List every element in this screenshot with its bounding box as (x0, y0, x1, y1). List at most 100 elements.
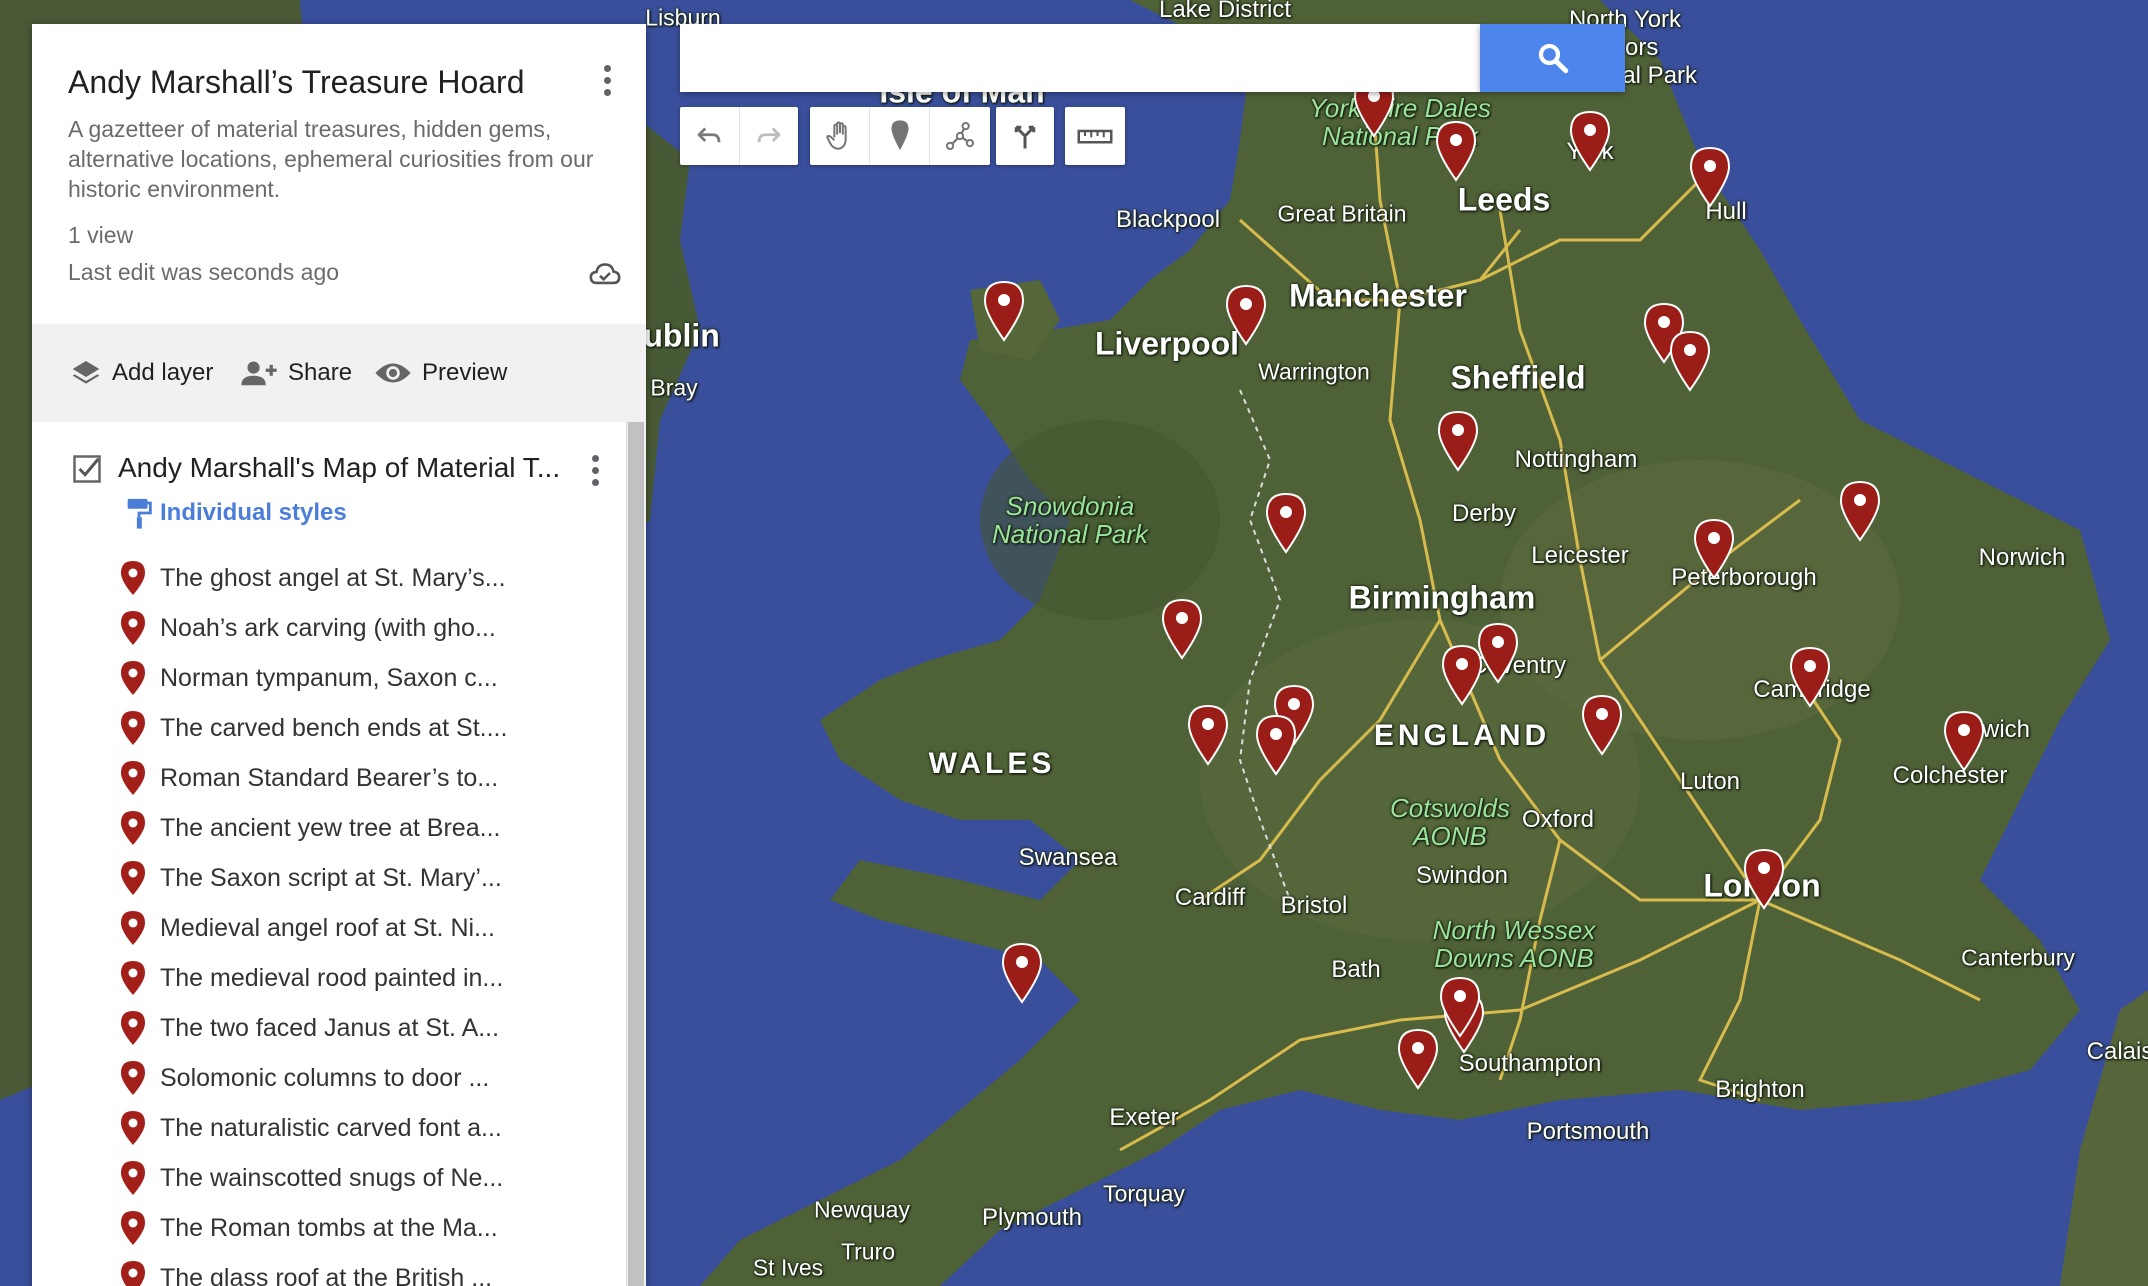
pan-button[interactable] (810, 107, 870, 165)
map-pin-icon (1001, 942, 1043, 1004)
map-pin-marker[interactable] (1254, 714, 1298, 776)
feature-label: The wainscotted snugs of Ne... (160, 1163, 504, 1192)
map-pin-marker[interactable] (1692, 518, 1736, 580)
map-pin-marker[interactable] (1436, 410, 1480, 472)
red-marker-icon (121, 711, 145, 745)
map-label: North Wessex Downs AONB (1432, 915, 1596, 973)
map-pin-marker[interactable] (1224, 284, 1268, 346)
map-label: ENGLAND (1373, 719, 1551, 752)
map-label: Canterbury (1961, 944, 2075, 971)
map-pin-marker[interactable] (1942, 710, 1986, 772)
map-pin-marker[interactable] (1434, 120, 1478, 182)
search-icon (1538, 43, 1568, 74)
feature-label: Roman Standard Bearer’s to... (160, 763, 499, 792)
red-marker-icon (121, 1161, 145, 1195)
red-marker-icon (121, 1111, 145, 1145)
feature-list-item[interactable]: The Saxon script at St. Mary’... (120, 856, 502, 900)
feature-list-item[interactable]: The naturalistic carved font a... (120, 1106, 502, 1150)
add-layer-label: Add layer (112, 359, 214, 386)
scrollbar-thumb[interactable] (628, 422, 644, 1286)
map-pin-marker[interactable] (1788, 646, 1832, 708)
redo-button[interactable] (740, 107, 799, 165)
feature-label: The medieval rood painted in... (160, 963, 504, 992)
feature-list-item[interactable]: Roman Standard Bearer’s to... (120, 756, 498, 800)
layer-options-menu-button[interactable] (580, 448, 610, 492)
map-options-menu-button[interactable] (592, 58, 622, 102)
measure-button[interactable] (1065, 107, 1124, 165)
layer-style-button[interactable]: Individual styles (124, 496, 347, 530)
map-label: Great Britain (1277, 200, 1407, 227)
view-count: 1 view (68, 222, 134, 248)
map-pin-icon (983, 280, 1025, 342)
feature-list-item[interactable]: Medieval angel roof at St. Ni... (120, 906, 495, 950)
directions-button[interactable] (996, 107, 1054, 165)
feature-list-item[interactable]: Solomonic columns to door ... (120, 1056, 489, 1100)
map-label: Warrington (1258, 358, 1370, 385)
feature-label: The Roman tombs at the Ma... (160, 1213, 498, 1242)
map-pin-marker[interactable] (1688, 146, 1732, 208)
more-vert-icon (591, 454, 599, 462)
map-label: Oxford (1521, 806, 1595, 833)
map-description[interactable]: A gazetteer of material treasures, hidde… (68, 114, 608, 204)
share-label: Share (288, 359, 353, 386)
feature-list-item[interactable]: The two faced Janus at St. A... (120, 1006, 499, 1050)
map-label: Portsmouth (1526, 1118, 1650, 1145)
feature-list-item[interactable]: The medieval rood painted in... (120, 956, 503, 1000)
search-input[interactable] (680, 24, 1480, 92)
map-label: Norwich (1978, 544, 2066, 571)
search-button[interactable] (1480, 24, 1625, 92)
map-label: Leicester (1531, 542, 1629, 569)
draw-toolbar (810, 107, 990, 165)
red-marker-icon (121, 661, 145, 695)
layers-icon (72, 361, 100, 384)
add-marker-button[interactable] (870, 107, 930, 165)
feature-label: The naturalistic carved font a... (160, 1113, 502, 1142)
map-label: Exeter (1109, 1104, 1179, 1131)
feature-list-item[interactable]: The carved bench ends at St.... (120, 706, 507, 750)
map-pin-icon (1187, 704, 1229, 766)
map-pin-marker[interactable] (1568, 110, 1612, 172)
map-label: Bristol (1280, 892, 1348, 919)
map-pin-marker[interactable] (1160, 598, 1204, 660)
map-pin-marker[interactable] (1440, 644, 1484, 706)
map-pin-icon (1693, 518, 1735, 580)
share-button[interactable]: Share (240, 324, 352, 422)
map-title[interactable]: Andy Marshall’s Treasure Hoard (68, 64, 525, 101)
feature-list-item[interactable]: The glass roof at the British ... (120, 1256, 492, 1286)
layer-visibility-checkbox[interactable] (72, 454, 102, 484)
feature-list-item[interactable]: Noah’s ark carving (with gho... (120, 606, 496, 650)
feature-list-item[interactable]: Norman tympanum, Saxon c... (120, 656, 498, 700)
add-layer-button[interactable]: Add layer (70, 324, 213, 422)
map-pin-marker[interactable] (1396, 1028, 1440, 1090)
ruler-icon (1077, 129, 1112, 144)
preview-button[interactable]: Preview (374, 324, 507, 422)
layer-name[interactable]: Andy Marshall's Map of Material T... (118, 452, 560, 484)
map-pin-marker[interactable] (982, 280, 1026, 342)
map-pin-marker[interactable] (1668, 330, 1712, 392)
map-pin-marker[interactable] (1838, 480, 1882, 542)
layer-list[interactable]: Andy Marshall's Map of Material T... Ind… (32, 422, 626, 1286)
map-pin-marker[interactable] (1264, 492, 1308, 554)
map-label: Newquay (814, 1196, 910, 1223)
feature-list-item[interactable]: The Roman tombs at the Ma... (120, 1206, 498, 1250)
map-label: Blackpool (1115, 206, 1221, 233)
map-label: Liverpool (1094, 325, 1240, 362)
map-pin-marker[interactable] (1438, 976, 1482, 1038)
map-pin-marker[interactable] (1000, 942, 1044, 1004)
map-pin-marker[interactable] (1580, 694, 1624, 756)
draw-line-icon (945, 121, 974, 151)
feature-list-item[interactable]: The ghost angel at St. Mary’s... (120, 556, 506, 600)
cloud-saved-icon (589, 263, 621, 285)
undo-button[interactable] (680, 107, 740, 165)
draw-line-button[interactable] (930, 107, 989, 165)
map-label: Southampton (1458, 1050, 1602, 1077)
map-pin-icon (1225, 284, 1267, 346)
preview-label: Preview (422, 359, 508, 386)
feature-list-item[interactable]: The ancient yew tree at Brea... (120, 806, 500, 850)
directions-icon (1014, 125, 1036, 149)
feature-list-item[interactable]: The wainscotted snugs of Ne... (120, 1156, 503, 1200)
map-pin-icon (1743, 848, 1785, 910)
map-pin-marker[interactable] (1742, 848, 1786, 910)
add-person-icon (241, 361, 277, 386)
map-pin-marker[interactable] (1186, 704, 1230, 766)
